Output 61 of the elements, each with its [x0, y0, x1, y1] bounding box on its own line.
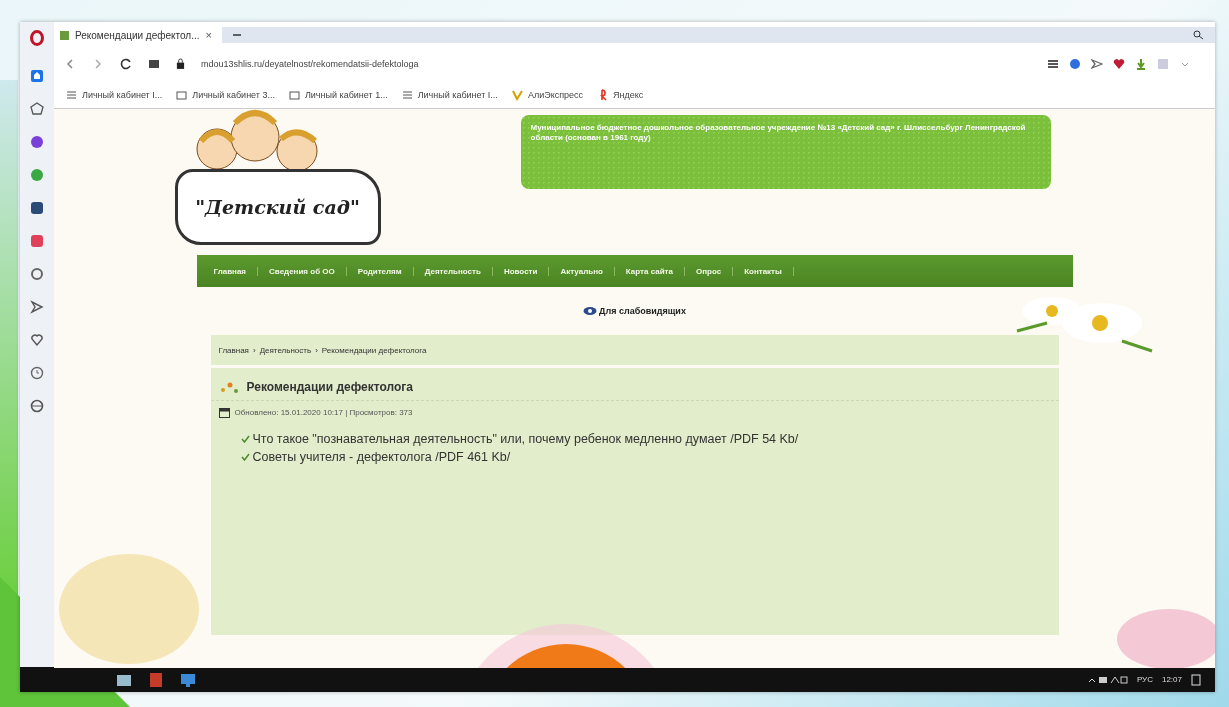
globe-icon[interactable]	[30, 399, 44, 413]
send-icon[interactable]	[1091, 57, 1103, 70]
nav-link[interactable]: Главная	[202, 266, 259, 276]
bookmark-link[interactable]: Личный кабинет 3...	[176, 89, 275, 101]
heart-icon[interactable]	[1113, 57, 1125, 70]
nav-link[interactable]: Деятельность	[413, 266, 493, 276]
home-icon[interactable]	[30, 69, 44, 83]
clock-text[interactable]: 12:07	[1161, 675, 1182, 684]
nav-link[interactable]: Опрос	[684, 266, 734, 276]
send-icon[interactable]	[30, 300, 44, 314]
logo-sign[interactable]: "Детский сад"	[174, 169, 381, 245]
breadcrumb-separator: ›	[315, 345, 318, 355]
nav-link[interactable]: Актуально	[549, 266, 615, 276]
back-button[interactable]	[64, 57, 76, 70]
eye-icon	[583, 306, 598, 316]
favicon-icon	[60, 30, 69, 40]
tab-title: Рекомендации дефектол...	[75, 29, 200, 41]
tray-icons-drawing	[1087, 674, 1128, 685]
heart-icon[interactable]	[30, 333, 44, 347]
breadcrumb-current[interactable]: Рекомендации дефектолога	[321, 345, 427, 355]
tabs-button[interactable]	[148, 57, 160, 70]
clock-icon[interactable]	[30, 366, 44, 380]
notification-icon[interactable]	[1191, 673, 1201, 686]
close-button[interactable]: ×	[205, 29, 212, 41]
article-title: Рекомендации дефектолога	[246, 380, 413, 394]
calendar-icon	[218, 407, 230, 418]
accessibility-link[interactable]: Для слабовидящих	[583, 306, 686, 316]
organization-name: Муниципальное бюджетное дошкольное образовательное учреждение №13 «Детский сад» г. Шлиссельбург Ленинградской области (основан в 1961 году)	[520, 115, 1051, 189]
breadcrumb-link[interactable]: Деятельность	[259, 345, 312, 355]
document-icon[interactable]	[148, 671, 164, 688]
nav-link[interactable]: Родителям	[346, 266, 414, 276]
article-meta: Обновлено: 15.01.2020 10:17 | Просмотров: 373	[234, 408, 413, 417]
breadcrumb-separator: ›	[252, 345, 256, 355]
dots-icon	[218, 380, 241, 394]
nav-link[interactable]: Контакты	[733, 266, 794, 276]
lock-icon	[176, 58, 185, 69]
nav-link[interactable]: Сведения об ОО	[258, 266, 347, 276]
bookmark-logo-icon	[597, 89, 609, 101]
breadcrumb-link[interactable]: Главная	[218, 345, 249, 355]
bookmark-link[interactable]: Яндекс	[597, 89, 644, 101]
address-field[interactable]: mdou13shlis.ru/deyatelnost/rekomendatsii-defektologa	[201, 58, 1031, 69]
bookmark-link[interactable]: Личный кабинет I...	[66, 89, 163, 101]
nav-link[interactable]: Новости	[492, 266, 550, 276]
list-icon	[401, 89, 413, 101]
document-link[interactable]: Что такое "познавательная деятельность" или, почему ребенок медленно думает /PDF 54 Kb/	[252, 430, 799, 448]
language-indicator[interactable]: РУС	[1136, 675, 1153, 684]
monitor-icon[interactable]	[180, 671, 196, 688]
bookmark-logo-icon	[511, 89, 523, 101]
download-icon[interactable]	[1135, 57, 1147, 70]
document-link[interactable]: Советы учителя - дефектолога /PDF 461 Kb/	[252, 448, 511, 466]
speed-dial-icon[interactable]	[30, 102, 44, 116]
stack-icon[interactable]	[1047, 57, 1059, 70]
list-icon	[66, 89, 77, 101]
folder-icon	[176, 89, 188, 101]
folder-icon	[288, 89, 300, 101]
bookmark-link[interactable]: АлиЭкспресс	[511, 89, 584, 101]
bookmark-link[interactable]: Личный кабинет 1...	[288, 89, 388, 101]
nav-link[interactable]: Карта сайта	[614, 266, 685, 276]
reload-button[interactable]	[120, 57, 132, 70]
bookmark-link[interactable]: Личный кабинет I...	[401, 89, 498, 101]
search-icon[interactable]	[1193, 30, 1205, 40]
